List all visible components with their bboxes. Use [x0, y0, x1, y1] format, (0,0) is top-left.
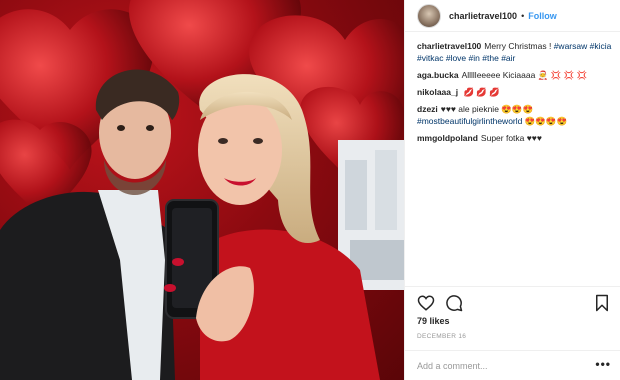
comment-icon[interactable] — [445, 294, 463, 312]
add-comment-bar: ••• — [405, 350, 620, 380]
hashtag-link[interactable]: #air — [501, 53, 515, 63]
comment-username[interactable]: aga.bucka — [417, 70, 459, 80]
comment-emoji: 💋 💋 💋 — [463, 87, 500, 97]
avatar[interactable] — [417, 3, 441, 28]
hashtag-link[interactable]: #love — [446, 53, 466, 63]
post-date: DECEMBER 16 — [417, 333, 467, 340]
comments-list: charlietravel100 Merry Christmas ! #warsa… — [417, 40, 613, 149]
more-options-icon[interactable]: ••• — [595, 357, 611, 371]
hashtag-link[interactable]: #in — [469, 53, 480, 63]
comment-emoji: 🧑‍🎄 💢 💢 💢 — [537, 70, 588, 80]
add-comment-input[interactable] — [417, 358, 587, 374]
comment-item: aga.bucka Allllleeeee Kiciaaaa 🧑‍🎄 💢 💢 💢 — [417, 69, 613, 81]
comment-text: Allllleeeee Kiciaaaa — [461, 70, 536, 80]
likes-count[interactable]: 79 likes — [417, 316, 450, 326]
comment-item: dzezi ♥♥♥ ale pieknie 😍😍😍 #mostbeautifulg… — [417, 103, 613, 127]
follow-button[interactable]: Follow — [528, 11, 557, 21]
post-header: charlietravel100 • Follow — [405, 0, 620, 32]
comment-text: ♥♥♥ ale pieknie — [440, 104, 499, 114]
hashtag-link[interactable]: #the — [482, 53, 499, 63]
caption-username[interactable]: charlietravel100 — [417, 41, 481, 51]
hashtag-link[interactable]: #kicia — [590, 41, 612, 51]
heart-icon[interactable] — [417, 294, 435, 312]
comment-emoji: 😍😍😍😍 — [524, 116, 568, 126]
comment-username[interactable]: mmgoldpoland — [417, 133, 478, 143]
comment-text: Super fotka ♥♥♥ — [480, 133, 542, 143]
hashtag-link[interactable]: #mostbeautifulgirlintheworld — [417, 116, 522, 126]
photo-illustration — [0, 0, 404, 380]
action-bar — [405, 286, 620, 318]
caption: charlietravel100 Merry Christmas ! #warsa… — [417, 40, 613, 64]
comment-item: nikolaaa_j 💋 💋 💋 — [417, 86, 613, 98]
comment-item: mmgoldpoland Super fotka ♥♥♥ — [417, 132, 613, 144]
caption-text: Merry Christmas ! — [484, 41, 554, 51]
post-photo[interactable] — [0, 0, 404, 380]
comment-username[interactable]: dzezi — [417, 104, 438, 114]
comment-username[interactable]: nikolaaa_j — [417, 87, 458, 97]
post-sidebar: charlietravel100 • Follow charlietravel1… — [404, 0, 620, 380]
bookmark-icon[interactable] — [593, 294, 611, 312]
header-username[interactable]: charlietravel100 — [449, 11, 517, 21]
hashtag-link[interactable]: #vitkac — [417, 53, 443, 63]
hashtag-link[interactable]: #warsaw — [554, 41, 588, 51]
header-separator: • — [521, 10, 525, 21]
comment-emoji: 😍😍😍 — [501, 104, 534, 114]
